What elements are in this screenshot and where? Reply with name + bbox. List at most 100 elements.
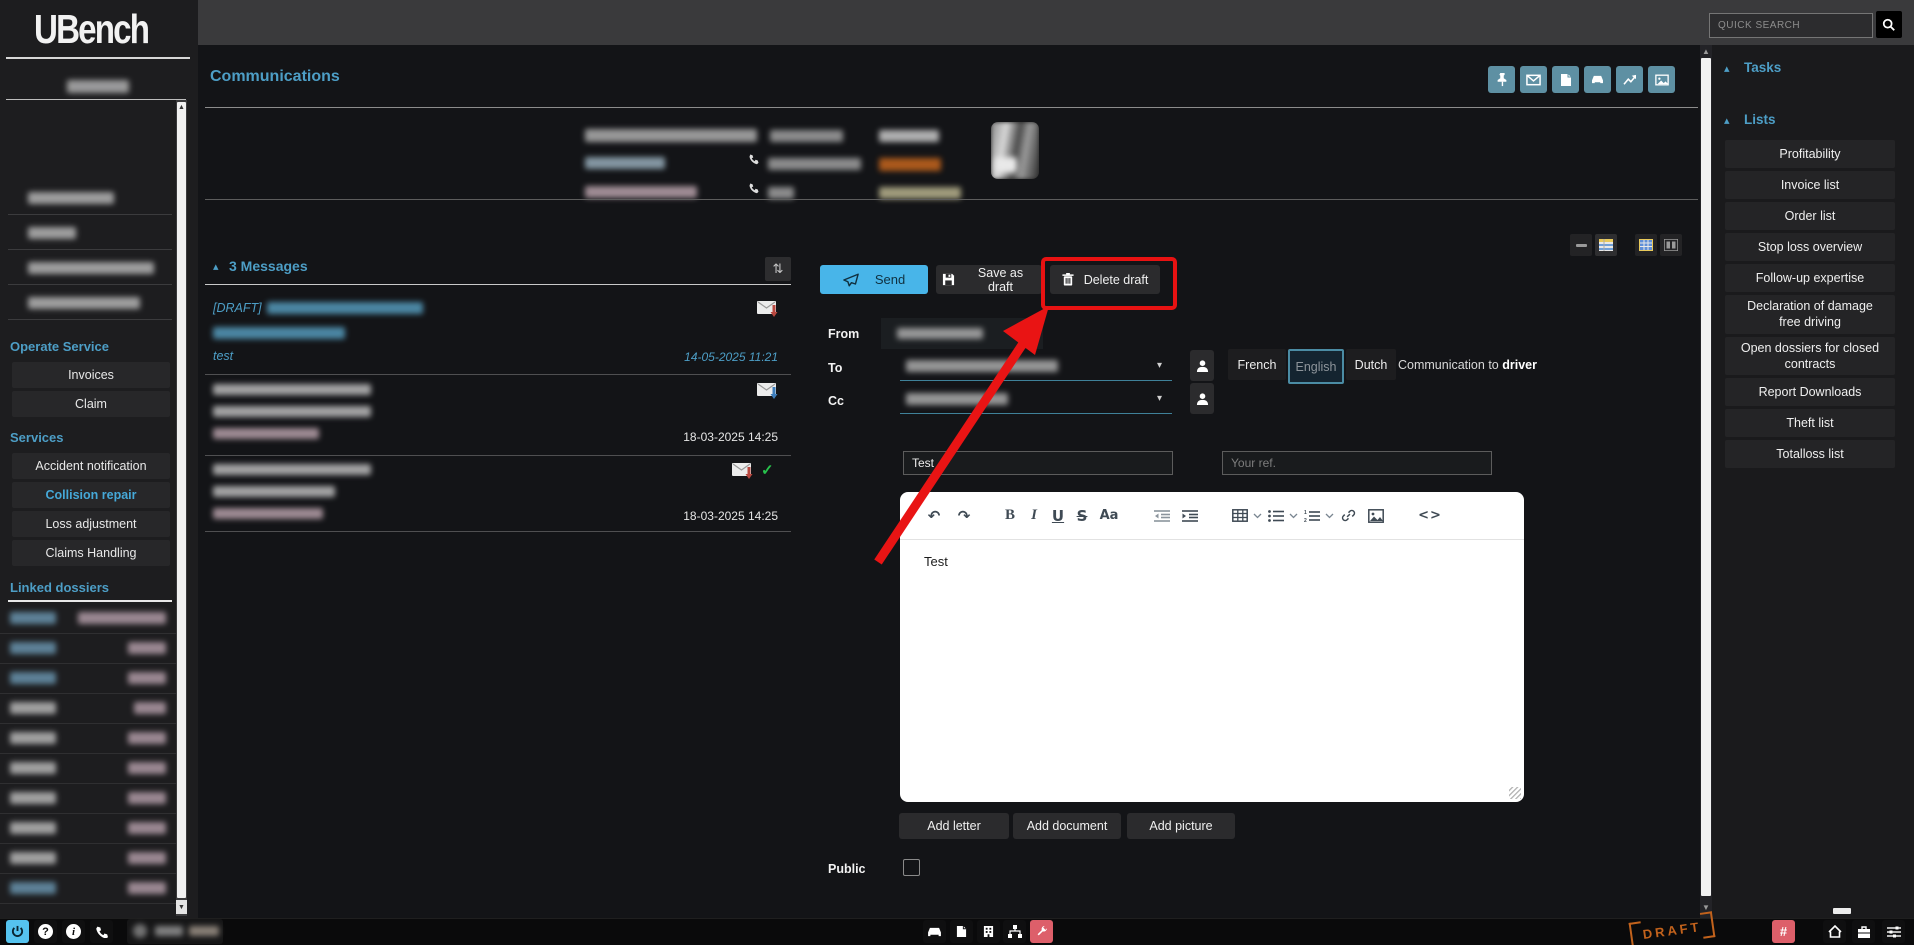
- redacted-dossier-id[interactable]: [67, 80, 129, 93]
- quick-search-input[interactable]: [1709, 13, 1873, 38]
- table-chevron-icon[interactable]: [1253, 513, 1262, 519]
- documents-button[interactable]: [950, 920, 973, 943]
- bullet-list-icon[interactable]: [1264, 504, 1288, 528]
- to-contacts-button[interactable]: [1190, 350, 1214, 381]
- linked-dossier-row[interactable]: [0, 843, 176, 874]
- scroll-up-icon[interactable]: ▲: [1702, 47, 1710, 56]
- editor-text[interactable]: Test: [924, 554, 948, 569]
- vehicle-button[interactable]: [923, 920, 946, 943]
- collapse-arrow-icon[interactable]: ▴: [213, 260, 219, 273]
- linked-dossier-row[interactable]: [0, 873, 176, 904]
- columns-view-button[interactable]: [1660, 234, 1682, 256]
- grid-view-button[interactable]: [1635, 234, 1657, 256]
- add-picture-button[interactable]: Add picture: [1127, 813, 1235, 839]
- sitemap-button[interactable]: [1003, 920, 1026, 943]
- hash-button[interactable]: #: [1772, 920, 1795, 943]
- list-item-open-dossiers-closed-contracts[interactable]: Open dossiers for closed contracts: [1725, 337, 1895, 376]
- list-item-declaration-damage-free[interactable]: Declaration of damage free driving: [1725, 295, 1895, 334]
- phone-button[interactable]: [90, 920, 113, 943]
- list-item-report-downloads[interactable]: Report Downloads: [1725, 378, 1895, 406]
- list-item-order-list[interactable]: Order list: [1725, 202, 1895, 230]
- table-icon[interactable]: [1228, 504, 1252, 528]
- car-button[interactable]: [1584, 66, 1611, 93]
- collapse-arrow-icon[interactable]: ▴: [1724, 62, 1730, 75]
- outdent-icon[interactable]: [1150, 504, 1174, 528]
- sidebar-item-invoices[interactable]: Invoices: [12, 362, 170, 388]
- list-item-stop-loss-overview[interactable]: Stop loss overview: [1725, 233, 1895, 261]
- insert-image-icon[interactable]: [1364, 504, 1388, 528]
- list-item-profitability[interactable]: Profitability: [1725, 140, 1895, 168]
- your-ref-input[interactable]: [1222, 451, 1492, 475]
- logout-button[interactable]: [6, 920, 29, 943]
- settings-sliders-button[interactable]: [1882, 920, 1905, 943]
- font-style-icon[interactable]: Aa: [1094, 504, 1124, 528]
- linked-dossier-row[interactable]: [0, 603, 176, 634]
- bold-icon[interactable]: B: [998, 504, 1022, 528]
- resize-handle[interactable]: [1509, 787, 1521, 799]
- linked-dossier-row[interactable]: [0, 783, 176, 814]
- sidebar-scrollbar-thumb[interactable]: [177, 102, 186, 898]
- message-item-draft[interactable]: [DRAFT] test 14-05-2025 11:21: [205, 290, 791, 374]
- list-item-invoice-list[interactable]: Invoice list: [1725, 171, 1895, 199]
- linked-dossier-row[interactable]: [0, 753, 176, 784]
- sidebar-item-claim[interactable]: Claim: [12, 391, 170, 417]
- ordered-list-icon[interactable]: 12: [1300, 504, 1324, 528]
- chart-button[interactable]: [1616, 66, 1643, 93]
- language-french-button[interactable]: French: [1228, 349, 1286, 380]
- language-english-button[interactable]: English: [1288, 349, 1344, 384]
- redacted-menu-item[interactable]: [28, 297, 140, 309]
- user-session-button[interactable]: [127, 919, 223, 944]
- redo-icon[interactable]: ↷: [952, 504, 976, 528]
- linked-dossier-row[interactable]: [0, 813, 176, 844]
- list-item-totalloss-list[interactable]: Totalloss list: [1725, 440, 1895, 468]
- send-button[interactable]: Send: [820, 265, 928, 294]
- ordered-list-chevron-icon[interactable]: [1325, 513, 1334, 519]
- picture-button[interactable]: [1648, 66, 1675, 93]
- company-button[interactable]: [977, 920, 1000, 943]
- linked-dossier-row[interactable]: [0, 723, 176, 754]
- horizontal-scrollbar-thumb[interactable]: [1833, 908, 1851, 914]
- redacted-menu-item[interactable]: [28, 262, 154, 274]
- message-item[interactable]: ✓ 18-03-2025 14:25: [205, 459, 791, 531]
- strikethrough-icon[interactable]: S: [1070, 504, 1094, 528]
- add-document-button[interactable]: Add document: [1013, 813, 1121, 839]
- redacted-menu-item[interactable]: [28, 227, 76, 239]
- home-button[interactable]: [1823, 920, 1846, 943]
- link-icon[interactable]: [1336, 504, 1360, 528]
- sidebar-item-accident-notification[interactable]: Accident notification: [12, 453, 170, 479]
- cc-contacts-button[interactable]: [1190, 383, 1214, 414]
- sidebar-item-collision-repair[interactable]: Collision repair: [12, 482, 170, 508]
- redacted-menu-item[interactable]: [28, 192, 114, 204]
- language-dutch-button[interactable]: Dutch: [1346, 349, 1396, 380]
- underline-icon[interactable]: U: [1046, 504, 1070, 528]
- undo-icon[interactable]: ↶: [922, 504, 946, 528]
- list-item-theft-list[interactable]: Theft list: [1725, 409, 1895, 437]
- linked-dossier-row[interactable]: [0, 663, 176, 694]
- code-view-icon[interactable]: <>: [1418, 504, 1442, 528]
- vehicle-photo-thumbnail[interactable]: [991, 122, 1039, 179]
- info-button[interactable]: i: [62, 920, 85, 943]
- briefcase-button[interactable]: [1852, 920, 1875, 943]
- to-select[interactable]: ▾: [900, 352, 1172, 380]
- main-scrollbar-thumb[interactable]: [1701, 58, 1711, 896]
- add-letter-button[interactable]: Add letter: [899, 813, 1009, 839]
- cc-select[interactable]: ▾: [900, 385, 1172, 413]
- sidebar-item-loss-adjustment[interactable]: Loss adjustment: [12, 511, 170, 537]
- indent-icon[interactable]: [1178, 504, 1202, 528]
- list-item-follow-up-expertise[interactable]: Follow-up expertise: [1725, 264, 1895, 292]
- linked-dossier-row[interactable]: [0, 633, 176, 664]
- public-checkbox[interactable]: [903, 859, 920, 876]
- search-button[interactable]: [1876, 11, 1902, 38]
- scroll-down-icon[interactable]: ▼: [176, 900, 187, 914]
- save-as-draft-button[interactable]: Save as draft: [936, 265, 1042, 294]
- italic-icon[interactable]: I: [1022, 504, 1046, 528]
- sort-messages-button[interactable]: ⇅: [765, 257, 791, 281]
- document-button[interactable]: [1552, 66, 1579, 93]
- message-item[interactable]: 18-03-2025 14:25: [205, 378, 791, 452]
- help-button[interactable]: ?: [34, 920, 57, 943]
- collapse-arrow-icon[interactable]: ▴: [1724, 114, 1730, 127]
- tools-button[interactable]: [1030, 920, 1053, 943]
- scroll-up-icon[interactable]: ▲: [178, 104, 185, 111]
- rich-text-editor[interactable]: ↶ ↷ B I U S Aa 12: [900, 492, 1524, 802]
- minimize-view-button[interactable]: [1570, 234, 1592, 256]
